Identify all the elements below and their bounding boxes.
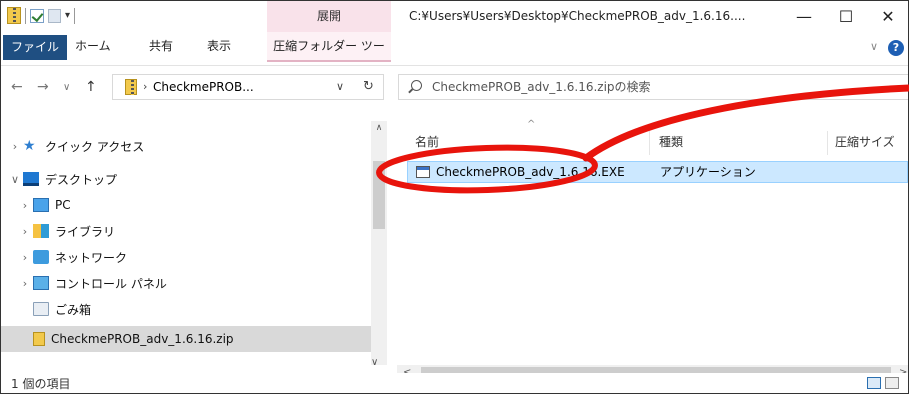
tab-compressed-folder-tools[interactable]: 圧縮フォルダー ツール — [267, 32, 391, 81]
item-count: 1 個の項目 — [11, 377, 71, 391]
tab-home[interactable]: ホーム — [69, 32, 117, 62]
toolbar-separator — [25, 7, 26, 24]
tab-share[interactable]: 共有 — [143, 32, 179, 62]
scroll-up-arrow-icon[interactable]: ∧ — [371, 123, 387, 133]
search-input[interactable]: CheckmePROB_adv_1.6.16.zipの検索 — [432, 75, 651, 99]
nav-item-label: デスクトップ — [45, 172, 118, 187]
nav-item-desktop[interactable]: ∨ デスクトップ — [1, 166, 371, 192]
nav-item-label: ネットワーク — [55, 250, 128, 265]
nav-item-quick-access[interactable]: › ★ クイック アクセス — [1, 133, 371, 159]
address-bar[interactable]: › CheckmePROB... ∨ ↻ — [112, 74, 384, 100]
customize-toolbar-icon[interactable]: ▾ — [65, 10, 70, 21]
zip-folder-icon — [33, 332, 45, 346]
collapse-chevron-icon[interactable]: ∨ — [1, 173, 23, 186]
nav-item-network[interactable]: › ネットワーク — [1, 244, 371, 270]
scroll-thumb[interactable] — [373, 161, 385, 229]
sort-caret-icon: ^ — [527, 119, 536, 130]
column-divider[interactable] — [649, 131, 650, 155]
tab-file[interactable]: ファイル — [3, 35, 68, 60]
nav-item-label: クイック アクセス — [45, 139, 145, 154]
large-icons-view-icon[interactable] — [885, 377, 899, 389]
expand-chevron-icon[interactable]: › — [11, 251, 33, 264]
nav-item-label: ごみ箱 — [55, 302, 92, 317]
breadcrumb-separator[interactable]: › — [143, 75, 147, 99]
status-bar: 1 個の項目 — [1, 373, 908, 393]
zip-folder-icon — [125, 79, 137, 95]
search-icon — [411, 80, 422, 91]
application-icon — [416, 166, 430, 178]
nav-item-zip-file[interactable]: CheckmePROB_adv_1.6.16.zip — [1, 326, 371, 352]
file-type: アプリケーション — [660, 165, 756, 179]
nav-item-label: PC — [55, 198, 71, 212]
explorer-window: ▾ 展開 C:¥Users¥Users¥Desktop¥CheckmePROB_… — [0, 0, 909, 394]
expand-chevron-icon[interactable]: › — [11, 277, 33, 290]
help-icon[interactable]: ? — [888, 40, 904, 56]
file-name[interactable]: CheckmePROB_adv_1.6.16.EXE — [436, 162, 625, 182]
nav-item-label: コントロール パネル — [55, 276, 167, 291]
ribbon-tabs: ファイル ホーム 共有 表示 圧縮フォルダー ツール ∨ ? — [1, 32, 908, 81]
zip-folder-icon — [7, 7, 21, 24]
column-header-type[interactable]: 種類 — [659, 133, 683, 150]
expand-chevron-icon[interactable]: › — [1, 140, 23, 153]
nav-item-libraries[interactable]: › ライブラリ — [1, 218, 371, 244]
title-bar: ▾ 展開 C:¥Users¥Users¥Desktop¥CheckmePROB_… — [1, 1, 908, 32]
nav-item-pc[interactable]: › PC — [1, 192, 371, 218]
expand-chevron-icon[interactable]: › — [11, 199, 33, 212]
maximize-button[interactable]: ☐ — [825, 1, 867, 32]
nav-item-label: ライブラリ — [55, 224, 116, 239]
search-box[interactable]: CheckmePROB_adv_1.6.16.zipの検索 — [398, 74, 908, 100]
column-header-compressed-size[interactable]: 圧縮サイズ — [835, 133, 895, 150]
network-icon — [33, 250, 49, 264]
tab-view[interactable]: 表示 — [201, 32, 237, 62]
pc-icon — [33, 198, 49, 212]
library-icon — [33, 224, 49, 238]
refresh-icon[interactable]: ↻ — [363, 75, 374, 99]
column-header-name[interactable]: 名前 — [415, 133, 439, 150]
scroll-down-arrow-icon[interactable]: ∨ — [371, 357, 378, 368]
table-row[interactable]: CheckmePROB_adv_1.6.16.EXE アプリケーション — [407, 161, 908, 183]
address-row: ← → ∨ ↑ › CheckmePROB... ∨ ↻ CheckmePROB… — [1, 67, 908, 109]
toolbar-separator — [74, 7, 76, 24]
breadcrumb[interactable]: CheckmePROB... — [153, 75, 254, 99]
extract-context-label: 展開 — [267, 1, 391, 32]
details-view-icon[interactable] — [867, 377, 881, 389]
recycle-bin-icon — [33, 302, 49, 316]
back-icon[interactable]: ← — [11, 79, 23, 95]
control-panel-icon — [33, 276, 49, 290]
expand-chevron-icon[interactable]: › — [11, 225, 33, 238]
nav-item-label: CheckmePROB_adv_1.6.16.zip — [51, 332, 234, 346]
up-icon[interactable]: ↑ — [85, 79, 97, 95]
close-button[interactable]: ✕ — [867, 1, 908, 32]
nav-item-control-panel[interactable]: › コントロール パネル — [1, 270, 371, 296]
navigation-pane: › ★ クイック アクセス ∨ デスクトップ › PC › ライブラリ › ネッ… — [1, 121, 371, 365]
properties-check-icon[interactable] — [30, 8, 44, 23]
address-dropdown-icon[interactable]: ∨ — [336, 75, 344, 99]
nav-item-recycle-bin[interactable]: ごみ箱 — [1, 296, 371, 322]
recent-locations-icon[interactable]: ∨ — [63, 82, 70, 93]
nav-vertical-scrollbar[interactable]: ∧ — [371, 121, 387, 365]
new-folder-icon[interactable] — [48, 8, 61, 23]
window-title: C:¥Users¥Users¥Desktop¥CheckmePROB_adv_1… — [409, 9, 746, 23]
minimize-button[interactable]: — — [783, 1, 825, 32]
quick-access-toolbar: ▾ — [7, 7, 76, 24]
desktop-icon — [23, 172, 39, 186]
star-icon: ★ — [23, 138, 36, 154]
file-list-pane: 名前 ^ 種類 圧縮サイズ CheckmePROB_adv_1.6.16.EXE… — [397, 119, 908, 365]
expand-ribbon-icon[interactable]: ∨ — [870, 40, 878, 53]
forward-icon[interactable]: → — [37, 79, 49, 95]
column-divider[interactable] — [827, 131, 828, 155]
